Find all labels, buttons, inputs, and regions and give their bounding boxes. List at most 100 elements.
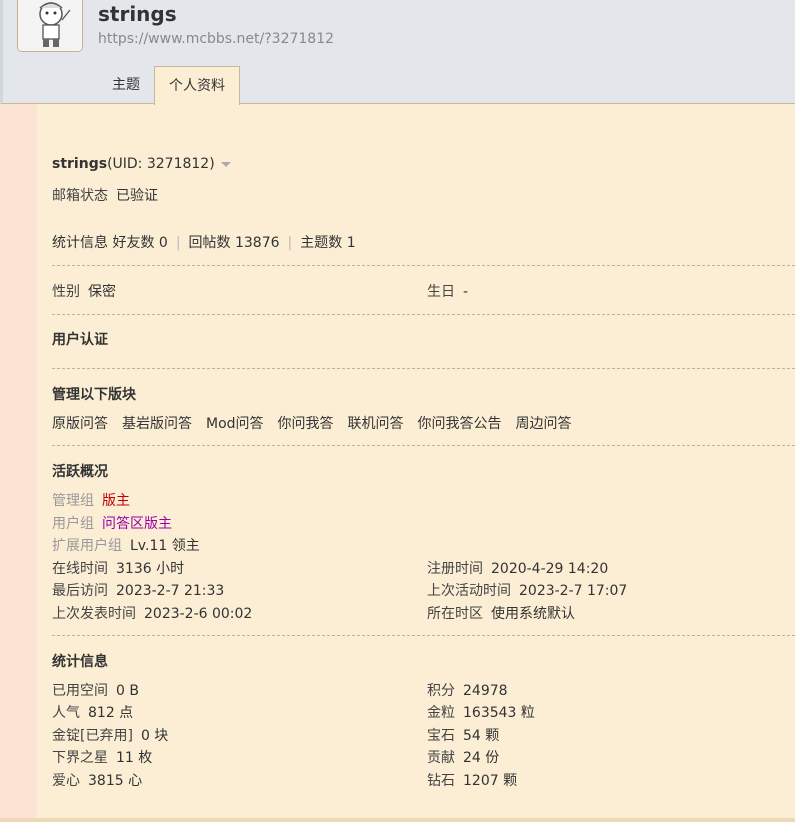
admin-group-value[interactable]: 版主	[102, 493, 130, 509]
managed-title: 管理以下版块	[52, 387, 136, 403]
admin-group-label: 管理组	[52, 493, 94, 509]
used-space: 已用空间 0 B	[52, 680, 139, 700]
gender-value: 保密	[88, 284, 116, 300]
nether-star: 下界之星 11 枚	[52, 747, 152, 767]
timezone-label: 所在时区	[427, 606, 483, 622]
diamond-label: 钻石	[427, 773, 455, 789]
last-post-label: 上次发表时间	[52, 606, 136, 622]
last-visit: 最后访问 2023-2-7 21:33	[52, 580, 224, 600]
activity-title: 活跃概况	[52, 464, 108, 480]
gender-label: 性别	[52, 284, 80, 300]
divider	[52, 635, 795, 636]
gold-value: 163543 粒	[463, 705, 535, 721]
ingot-value: 0 块	[140, 728, 169, 744]
forum-link[interactable]: 原版问答	[52, 416, 108, 432]
timezone-value: 使用系统默认	[491, 606, 575, 622]
timezone: 所在时区 使用系统默认	[427, 603, 575, 623]
forum-link[interactable]: 基岩版问答	[122, 416, 192, 432]
popularity-value: 812 点	[88, 705, 134, 721]
forum-link[interactable]: 你问我答	[278, 416, 334, 432]
ext-group-value: Lv.11 领主	[130, 538, 200, 554]
stats-line: 统计信息 好友数 0 | 回帖数 13876 | 主题数 1	[52, 235, 356, 251]
profile-username: strings	[98, 2, 177, 26]
profile-header: strings https://www.mcbbs.net/?3271812 主…	[0, 0, 795, 105]
gold: 金粒 163543 粒	[427, 702, 535, 722]
birthday: 生日 -	[427, 281, 468, 301]
divider	[52, 368, 795, 369]
verification-title: 用户认证	[52, 332, 108, 348]
gem-label: 宝石	[427, 728, 455, 744]
tab-threads[interactable]: 主题	[98, 66, 154, 104]
used-space-label: 已用空间	[52, 683, 108, 699]
divider	[52, 314, 795, 315]
profile-content: strings(UID: 3271812) 邮箱状态 已验证 统计信息 好友数 0…	[37, 104, 795, 822]
chevron-down-icon[interactable]	[220, 161, 231, 167]
uid-text: (UID: 3271812)	[107, 156, 215, 172]
birthday-label: 生日	[427, 284, 455, 300]
ext-group-label: 扩展用户组	[52, 538, 122, 554]
replies-link[interactable]: 回帖数 13876	[189, 235, 280, 251]
admin-group: 管理组 版主	[52, 490, 130, 510]
last-active-label: 上次活动时间	[427, 583, 511, 599]
uid-username: strings	[52, 156, 108, 172]
forum-link[interactable]: 你问我答公告	[418, 416, 502, 432]
popularity-label: 人气	[52, 705, 80, 721]
points-value: 24978	[463, 683, 508, 699]
last-visit-value: 2023-2-7 21:33	[116, 583, 225, 599]
last-active: 上次活动时间 2023-2-7 17:07	[427, 580, 627, 600]
register-time: 注册时间 2020-4-29 14:20	[427, 558, 608, 578]
birthday-value: -	[463, 284, 469, 300]
ext-group: 扩展用户组 Lv.11 领主	[52, 535, 200, 555]
stats-line-label: 统计信息	[52, 235, 108, 251]
love-value: 3815 心	[88, 773, 143, 789]
points-label: 积分	[427, 683, 455, 699]
last-active-value: 2023-2-7 17:07	[519, 583, 628, 599]
gem: 宝石 54 颗	[427, 725, 499, 745]
forum-link[interactable]: 周边问答	[516, 416, 572, 432]
ingot: 金锭[已弃用] 0 块	[52, 725, 168, 745]
love-label: 爱心	[52, 773, 80, 789]
statistics-title: 统计信息	[52, 654, 108, 670]
points: 积分 24978	[427, 680, 508, 700]
love: 爱心 3815 心	[52, 770, 142, 790]
tab-profile[interactable]: 个人资料	[154, 66, 240, 105]
uid-line: strings(UID: 3271812)	[52, 156, 231, 172]
left-strip	[0, 104, 37, 822]
user-group-label: 用户组	[52, 516, 94, 532]
user-group: 用户组 问答区版主	[52, 513, 172, 533]
online-time: 在线时间 3136 小时	[52, 558, 184, 578]
bottom-border	[0, 818, 795, 822]
gold-label: 金粒	[427, 705, 455, 721]
profile-url[interactable]: https://www.mcbbs.net/?3271812	[98, 31, 334, 47]
divider	[52, 265, 795, 266]
last-post: 上次发表时间 2023-2-6 00:02	[52, 603, 252, 623]
user-group-value[interactable]: 问答区版主	[102, 516, 172, 532]
ingot-label: 金锭[已弃用]	[52, 728, 133, 744]
avatar[interactable]	[17, 0, 83, 52]
contribution-label: 贡献	[427, 750, 455, 766]
threads-link[interactable]: 主题数 1	[300, 235, 355, 251]
diamond: 钻石 1207 颗	[427, 770, 517, 790]
register-label: 注册时间	[427, 561, 483, 577]
popularity: 人气 812 点	[52, 702, 133, 722]
gender: 性别 保密	[52, 281, 116, 301]
last-visit-label: 最后访问	[52, 583, 108, 599]
friends-link[interactable]: 好友数 0	[112, 235, 167, 251]
contribution: 贡献 24 份	[427, 747, 499, 767]
profile-tabs: 主题 个人资料	[98, 66, 240, 105]
last-post-value: 2023-2-6 00:02	[144, 606, 253, 622]
contribution-value: 24 份	[463, 750, 500, 766]
diamond-value: 1207 颗	[463, 773, 518, 789]
nether-star-label: 下界之星	[52, 750, 108, 766]
online-value: 3136 小时	[116, 561, 185, 577]
email-status: 邮箱状态 已验证	[52, 185, 158, 205]
online-label: 在线时间	[52, 561, 108, 577]
nether-star-value: 11 枚	[116, 750, 153, 766]
managed-forums: 原版问答 基岩版问答 Mod问答 你问我答 联机问答 你问我答公告 周边问答	[52, 413, 586, 433]
email-value: 已验证	[116, 188, 158, 204]
forum-link[interactable]: 联机问答	[348, 416, 404, 432]
forum-link[interactable]: Mod问答	[206, 416, 264, 432]
register-value: 2020-4-29 14:20	[491, 561, 609, 577]
divider	[52, 445, 795, 446]
used-space-value: 0 B	[116, 683, 139, 699]
